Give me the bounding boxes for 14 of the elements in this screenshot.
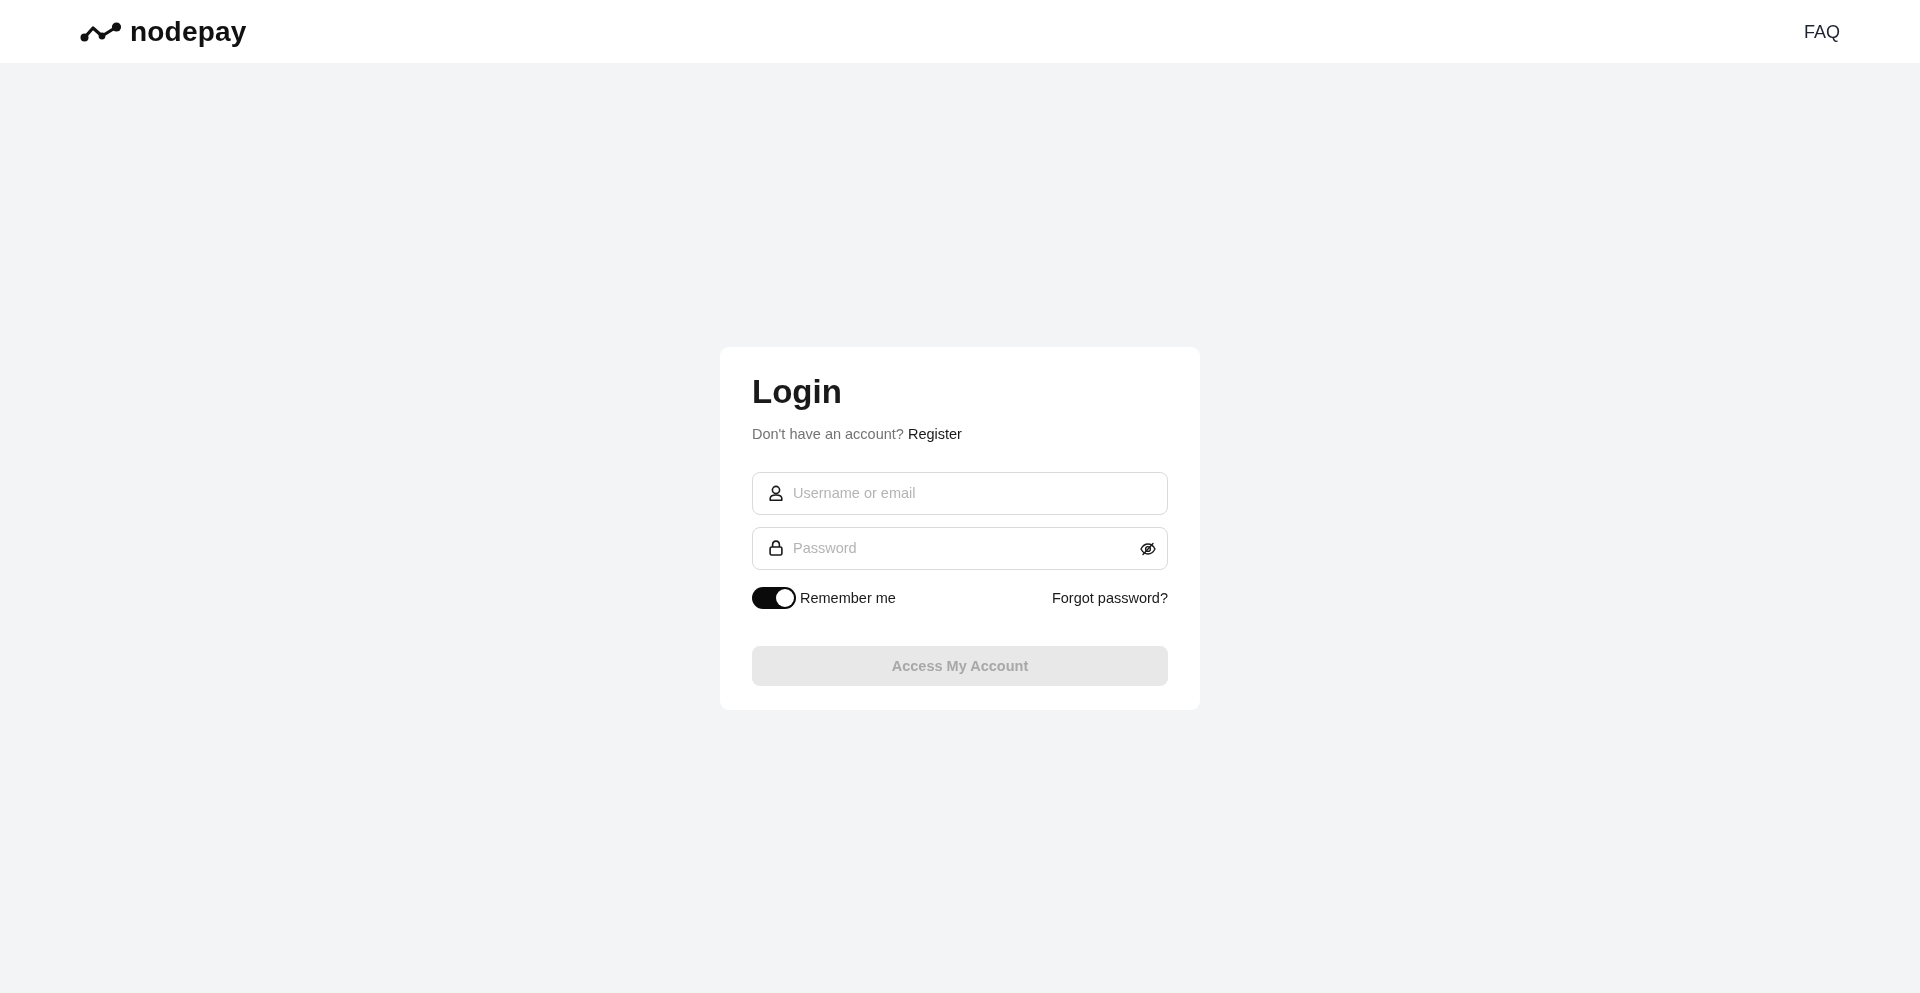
remember-label: Remember me <box>800 588 896 608</box>
logo-text[interactable]: nodepay <box>130 15 247 48</box>
password-field[interactable]: Password <box>752 526 1168 570</box>
toggle-switch[interactable] <box>752 586 796 609</box>
nav-link[interactable]: FAQ <box>1804 19 1840 44</box>
forgot-password-link[interactable]: Forgot password? <box>1051 587 1168 608</box>
eye-slash-icon[interactable] <box>1140 541 1156 556</box>
username-field[interactable]: Username or email <box>752 471 1168 515</box>
register-link[interactable]: Register <box>907 423 962 444</box>
user-icon <box>769 484 783 501</box>
account-prompt: Don't have an account? <box>752 424 904 444</box>
lock-icon <box>769 539 783 556</box>
login-title: Login <box>752 371 843 412</box>
logo-icon[interactable] <box>80 21 122 42</box>
